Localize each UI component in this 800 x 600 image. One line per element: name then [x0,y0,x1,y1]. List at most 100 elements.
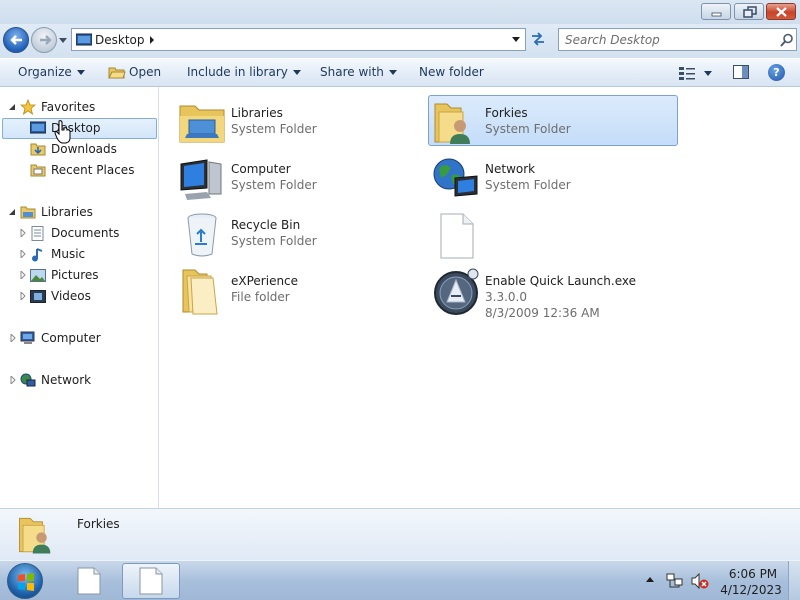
nav-downloads[interactable]: Downloads [0,139,157,160]
forward-button[interactable] [31,27,57,53]
collapsed-arrow-icon[interactable] [19,229,27,237]
recent-pages-dropdown-icon[interactable] [58,36,68,46]
chevron-down-icon [292,70,301,75]
close-icon [776,7,787,17]
close-button[interactable] [766,3,796,20]
nav-libraries[interactable]: Libraries [0,202,157,223]
chevron-down-icon [76,70,85,75]
chevron-down-icon [388,70,397,75]
collapsed-arrow-icon[interactable] [19,292,27,300]
back-arrow-icon [10,35,22,45]
navigation-bar: Desktop [0,24,800,58]
open-button[interactable]: Open [129,65,161,79]
back-button[interactable] [3,27,29,53]
libraries-icon [20,206,36,219]
breadcrumb-chevron-icon[interactable] [148,35,156,45]
share-with-menu[interactable]: Share with [320,65,397,79]
nav-recent-places[interactable]: Recent Places [0,160,157,181]
documents-icon [31,226,44,241]
restore-button[interactable] [734,3,764,20]
search-icon[interactable] [780,33,794,47]
organize-label: Organize [18,65,72,79]
item-enable-quick-launch[interactable]: Enable Quick Launch.exe 3.3.0.0 8/3/2009… [429,263,679,331]
open-folder-icon[interactable] [108,65,126,79]
item-unnamed-file[interactable] [429,207,679,259]
view-dropdown-icon[interactable] [704,71,713,77]
preview-pane-icon[interactable] [733,65,749,79]
content-pane: Libraries System Folder Forkies System F… [159,87,800,508]
windows-logo-icon [18,573,34,591]
minimize-button[interactable] [701,3,731,20]
item-libraries[interactable]: Libraries System Folder [175,95,425,147]
refresh-icon[interactable] [528,29,548,49]
item-name: Forkies [485,106,528,120]
item-recycle-bin[interactable]: Recycle Bin System Folder [175,207,425,259]
nav-favorites[interactable]: Favorites [0,97,157,118]
network-icon [433,158,478,197]
title-bar [0,0,800,24]
collapsed-arrow-icon[interactable] [19,271,27,279]
nav-music[interactable]: Music [0,244,157,265]
address-dropdown-icon[interactable] [511,36,521,44]
search-box[interactable] [558,28,797,51]
clock-date[interactable]: 4/12/2023 [718,583,784,597]
address-bar[interactable]: Desktop [71,28,526,51]
music-icon [32,248,43,262]
recent-places-icon [30,164,46,177]
network-tray-icon[interactable] [666,573,684,589]
volume-muted-icon[interactable] [691,573,709,589]
item-experience[interactable]: eXPerience File folder [175,263,425,315]
nav-videos[interactable]: Videos [0,286,157,307]
start-button[interactable] [7,563,43,599]
user-folder-icon [434,103,470,144]
search-input[interactable] [565,32,775,48]
details-item-name: Forkies [77,517,120,531]
nav-label: Documents [51,226,120,240]
pictures-icon [30,269,46,282]
item-type: File folder [231,290,290,304]
item-name: Enable Quick Launch.exe [485,274,636,288]
taskbar: 6:06 PM 4/12/2023 [0,560,800,600]
videos-icon [30,290,46,303]
collapsed-arrow-icon[interactable] [9,334,17,342]
nav-documents[interactable]: Documents [0,223,157,244]
network-icon [20,373,36,387]
computer-icon [20,331,35,344]
change-view-icon[interactable] [678,65,696,81]
clock-time[interactable]: 6:06 PM [723,567,783,581]
address-location[interactable]: Desktop [95,33,145,47]
collapsed-arrow-icon[interactable] [9,376,17,384]
nav-label: Computer [41,331,101,345]
new-folder-button[interactable]: New folder [419,65,484,79]
details-pane: Forkies [0,508,800,560]
collapsed-arrow-icon[interactable] [19,250,27,258]
nav-label: Music [51,247,86,261]
organize-menu[interactable]: Organize [18,65,85,79]
nav-label: Favorites [41,100,96,114]
recycle-bin-icon [187,213,217,257]
nav-network[interactable]: Network [0,370,157,391]
expanded-arrow-icon[interactable] [8,103,16,111]
share-with-label: Share with [320,65,384,79]
include-in-library-menu[interactable]: Include in library [187,65,301,79]
item-forkies[interactable]: Forkies System Folder [429,95,679,147]
show-hidden-icons-icon[interactable] [646,577,655,583]
nav-label: Recent Places [51,163,135,177]
blank-file-icon [77,567,101,595]
help-button[interactable]: ? [768,64,785,81]
include-in-library-label: Include in library [187,65,288,79]
nav-pictures[interactable]: Pictures [0,265,157,286]
item-name: eXPerience [231,274,299,288]
item-date: 8/3/2009 12:36 AM [485,306,600,320]
taskbar-app-2[interactable] [122,563,180,599]
nav-desktop[interactable]: Desktop [0,118,157,139]
item-computer[interactable]: Computer System Folder [175,151,425,203]
taskbar-app-1[interactable] [60,563,118,599]
libraries-icon [179,105,225,143]
nav-computer[interactable]: Computer [0,328,157,349]
minimize-icon [711,12,722,17]
item-network[interactable]: Network System Folder [429,151,679,203]
computer-icon [180,159,222,200]
show-desktop-button[interactable] [788,561,800,600]
expanded-arrow-icon[interactable] [8,208,16,216]
